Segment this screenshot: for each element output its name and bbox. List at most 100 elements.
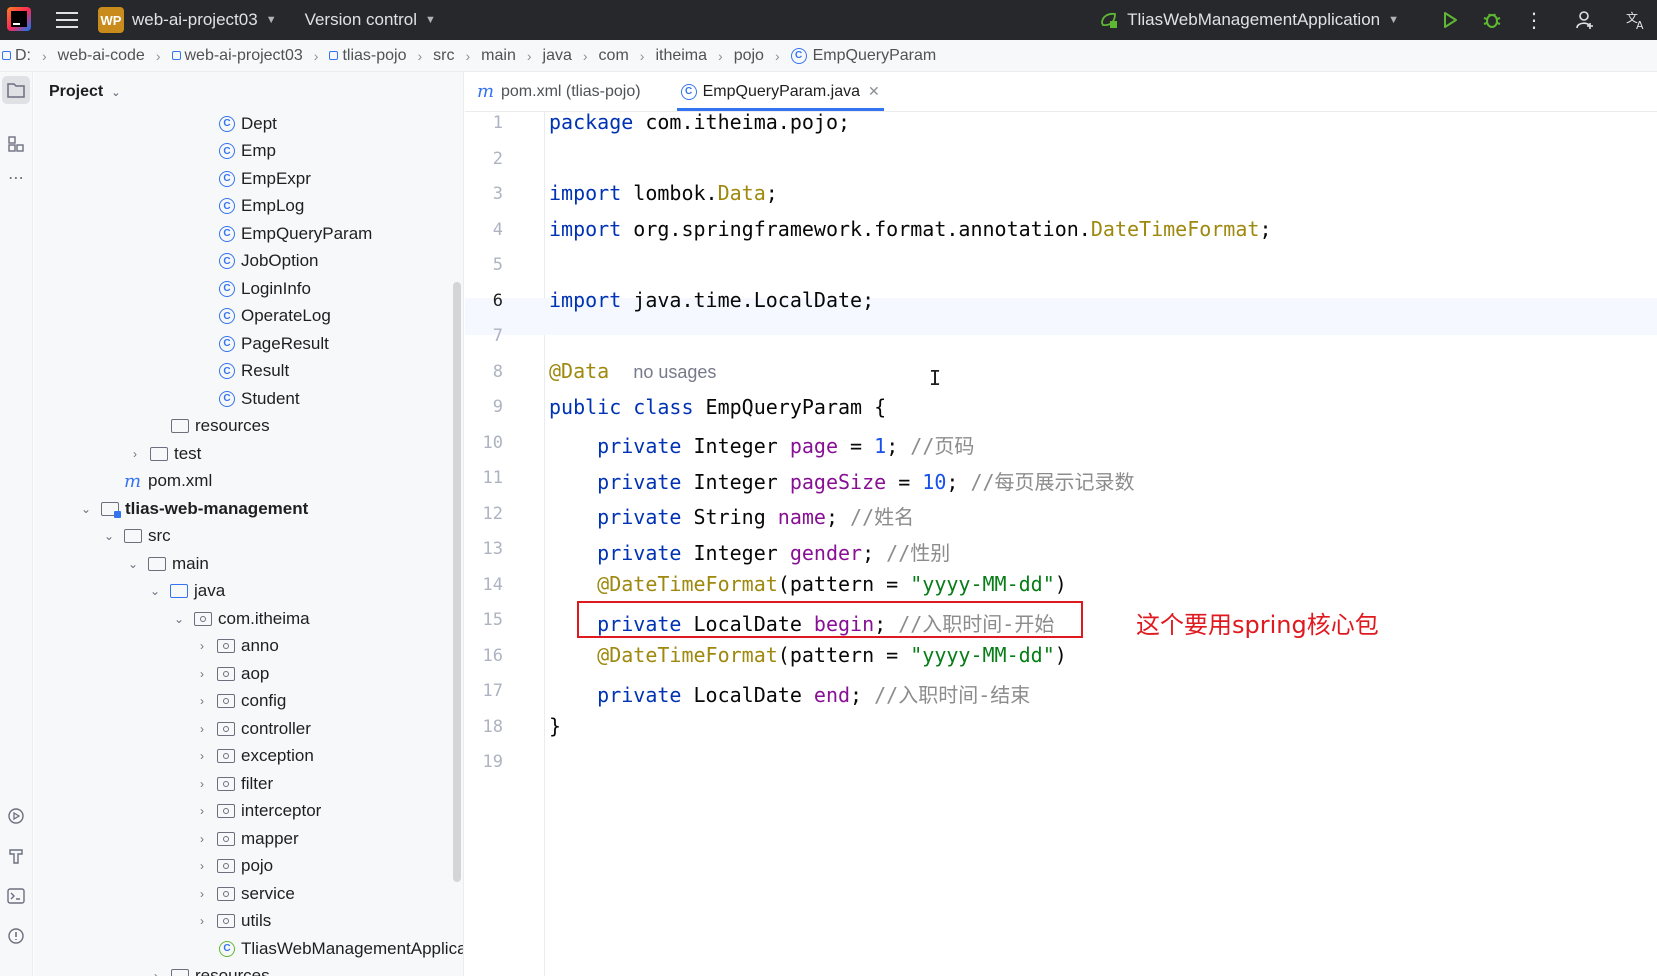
line-number[interactable]: 10 bbox=[465, 433, 503, 453]
tree-item[interactable]: ⌄ src bbox=[102, 523, 171, 550]
chevron-down-icon[interactable]: ⌄ bbox=[172, 612, 186, 626]
project-panel-header[interactable]: Project ⌄ bbox=[34, 72, 463, 112]
tree-item[interactable]: › interceptor bbox=[195, 798, 321, 825]
chevron-right-icon[interactable]: › bbox=[195, 859, 209, 873]
version-control-menu[interactable]: Version control ▼ bbox=[305, 10, 436, 30]
breadcrumb-item[interactable]: C EmpQueryParam bbox=[790, 47, 936, 65]
breadcrumb-item[interactable]: src bbox=[433, 47, 454, 65]
project-tool-folder-icon[interactable] bbox=[2, 76, 30, 104]
line-number[interactable]: 5 bbox=[465, 255, 503, 275]
line-number[interactable]: 7 bbox=[465, 326, 503, 346]
tree-item[interactable]: C TliasWebManagementApplica bbox=[219, 935, 463, 962]
tree-item[interactable]: C Student bbox=[219, 385, 300, 412]
tree-item[interactable]: › exception bbox=[195, 743, 314, 770]
tree-item[interactable]: C LoginInfo bbox=[219, 275, 311, 302]
run-config-selector[interactable]: TliasWebManagementApplication ▼ bbox=[1099, 10, 1399, 30]
line-number[interactable]: 6 bbox=[465, 291, 503, 311]
chevron-right-icon[interactable]: › bbox=[195, 694, 209, 708]
line-number[interactable]: 18 bbox=[465, 717, 503, 737]
breadcrumb-item[interactable]: main bbox=[481, 47, 516, 65]
breadcrumb-item[interactable]: pojo bbox=[734, 47, 764, 65]
breadcrumb-item[interactable]: itheima bbox=[655, 47, 707, 65]
run-icon[interactable] bbox=[1429, 0, 1471, 40]
line-number[interactable]: 1 bbox=[465, 113, 503, 133]
more-options-icon[interactable]: ⋮ bbox=[1513, 0, 1555, 40]
tree-item[interactable]: › config bbox=[195, 688, 286, 715]
tree-item[interactable]: › service bbox=[195, 880, 295, 907]
line-number[interactable]: 11 bbox=[465, 468, 503, 488]
chevron-right-icon[interactable]: › bbox=[195, 777, 209, 791]
line-number[interactable]: 8 bbox=[465, 362, 503, 382]
breadcrumb-item[interactable]: com bbox=[599, 47, 629, 65]
tree-item[interactable]: C Emp bbox=[219, 138, 276, 165]
tree-item[interactable]: › test bbox=[128, 440, 201, 467]
services-icon[interactable] bbox=[2, 802, 30, 830]
more-tools-icon[interactable]: ⋯ bbox=[2, 164, 30, 192]
tree-item[interactable]: C EmpLog bbox=[219, 193, 304, 220]
tree-item[interactable]: resources bbox=[171, 413, 270, 440]
close-icon[interactable]: ✕ bbox=[868, 83, 880, 100]
tree-item[interactable]: › utils bbox=[195, 908, 271, 935]
breadcrumb-item[interactable]: web-ai-project03 bbox=[171, 47, 303, 65]
tree-item[interactable]: ⌄ com.itheima bbox=[172, 605, 310, 632]
line-number[interactable]: 3 bbox=[465, 184, 503, 204]
debug-icon[interactable] bbox=[1471, 0, 1513, 40]
tree-item[interactable]: C OperateLog bbox=[219, 303, 331, 330]
chevron-down-icon[interactable]: ⌄ bbox=[148, 584, 162, 598]
chevron-down-icon[interactable]: ⌄ bbox=[102, 529, 116, 543]
tree-item[interactable]: › mapper bbox=[195, 825, 299, 852]
tree-item[interactable]: › anno bbox=[195, 633, 279, 660]
line-number[interactable]: 14 bbox=[465, 575, 503, 595]
tab-empqueryparam-java[interactable]: C EmpQueryParam.java ✕ bbox=[669, 72, 892, 111]
tree-item[interactable]: ⌄ main bbox=[126, 550, 209, 577]
tree-item[interactable]: › pojo bbox=[195, 853, 273, 880]
tree-item[interactable]: C EmpQueryParam bbox=[219, 220, 372, 247]
line-number[interactable]: 12 bbox=[465, 504, 503, 524]
chevron-right-icon[interactable]: › bbox=[195, 887, 209, 901]
tree-item[interactable]: › filter bbox=[195, 770, 273, 797]
tree-item[interactable]: C Dept bbox=[219, 110, 277, 137]
project-scrollbar[interactable] bbox=[453, 282, 461, 882]
chevron-right-icon[interactable]: › bbox=[128, 447, 142, 461]
problems-icon[interactable] bbox=[2, 922, 30, 950]
main-menu-icon[interactable] bbox=[56, 12, 78, 28]
ide-logo-icon[interactable] bbox=[6, 6, 34, 34]
chevron-right-icon[interactable]: › bbox=[195, 749, 209, 763]
chevron-right-icon[interactable]: › bbox=[195, 639, 209, 653]
line-number[interactable]: 2 bbox=[465, 149, 503, 169]
tree-item[interactable]: › aop bbox=[195, 660, 269, 687]
tree-item[interactable]: › controller bbox=[195, 715, 311, 742]
chevron-down-icon[interactable]: ⌄ bbox=[79, 502, 93, 516]
breadcrumb-item[interactable]: web-ai-code bbox=[58, 47, 145, 65]
breadcrumb-item[interactable]: java bbox=[543, 47, 572, 65]
chevron-right-icon[interactable]: › bbox=[195, 832, 209, 846]
chevron-right-icon[interactable]: › bbox=[195, 722, 209, 736]
tree-item[interactable]: m pom.xml bbox=[124, 468, 212, 495]
chevron-right-icon[interactable]: › bbox=[195, 667, 209, 681]
line-number[interactable]: 15 bbox=[465, 610, 503, 630]
tree-item[interactable]: ⌄ java bbox=[148, 578, 225, 605]
tree-item[interactable]: C JobOption bbox=[219, 248, 319, 275]
line-number[interactable]: 4 bbox=[465, 220, 503, 240]
chevron-right-icon[interactable]: › bbox=[149, 969, 163, 976]
tree-item[interactable]: ⌄ tlias-web-management bbox=[79, 495, 308, 522]
translate-icon[interactable]: 文A bbox=[1615, 0, 1657, 40]
line-number[interactable]: 16 bbox=[465, 646, 503, 666]
line-number[interactable]: 9 bbox=[465, 397, 503, 417]
tree-item[interactable]: C Result bbox=[219, 358, 289, 385]
terminal-icon[interactable] bbox=[2, 882, 30, 910]
line-number[interactable]: 13 bbox=[465, 539, 503, 559]
chevron-down-icon[interactable]: ⌄ bbox=[126, 557, 140, 571]
structure-icon[interactable] bbox=[2, 130, 30, 158]
tree-item[interactable]: › resources bbox=[149, 963, 270, 976]
breadcrumb-item[interactable]: D: bbox=[2, 47, 31, 65]
tab-pom-xml[interactable]: m pom.xml (tlias-pojo) bbox=[465, 72, 653, 111]
build-hammer-icon[interactable] bbox=[2, 842, 30, 870]
tree-item[interactable]: C EmpExpr bbox=[219, 165, 311, 192]
line-number[interactable]: 17 bbox=[465, 681, 503, 701]
chevron-right-icon[interactable]: › bbox=[195, 914, 209, 928]
line-number[interactable]: 19 bbox=[465, 752, 503, 772]
add-user-icon[interactable] bbox=[1555, 0, 1615, 40]
project-switcher[interactable]: WP web-ai-project03 ▼ bbox=[98, 7, 277, 33]
chevron-right-icon[interactable]: › bbox=[195, 804, 209, 818]
